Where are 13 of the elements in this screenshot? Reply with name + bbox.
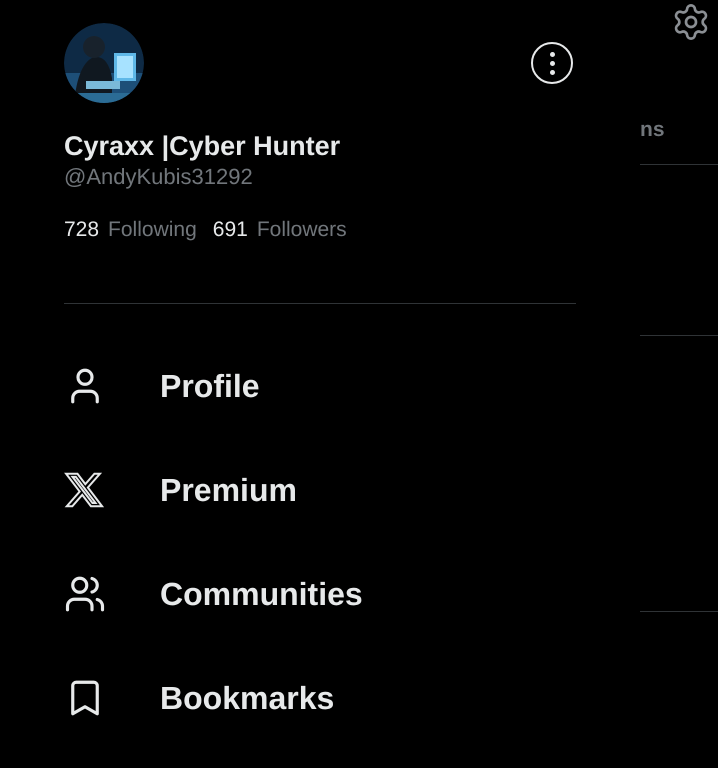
user-handle: @AndyKubis31292	[64, 163, 254, 191]
menu-item[interactable]: Profile	[64, 364, 576, 408]
display-name: Cyraxx |Cyber Hunter	[64, 130, 342, 163]
menu-item[interactable]: Communities	[64, 572, 576, 616]
more-options-button[interactable]	[531, 42, 573, 84]
followers-link[interactable]: Followers	[256, 216, 347, 244]
followers-count: 691	[212, 217, 248, 243]
menu-item[interactable]: Bookmarks	[64, 676, 576, 720]
tab-label[interactable]: ns	[640, 116, 718, 144]
following-link[interactable]: Following	[108, 216, 197, 244]
menu-item[interactable]: Premium	[64, 468, 576, 512]
x-logo-icon	[64, 470, 104, 510]
following-count: 728	[64, 217, 100, 243]
